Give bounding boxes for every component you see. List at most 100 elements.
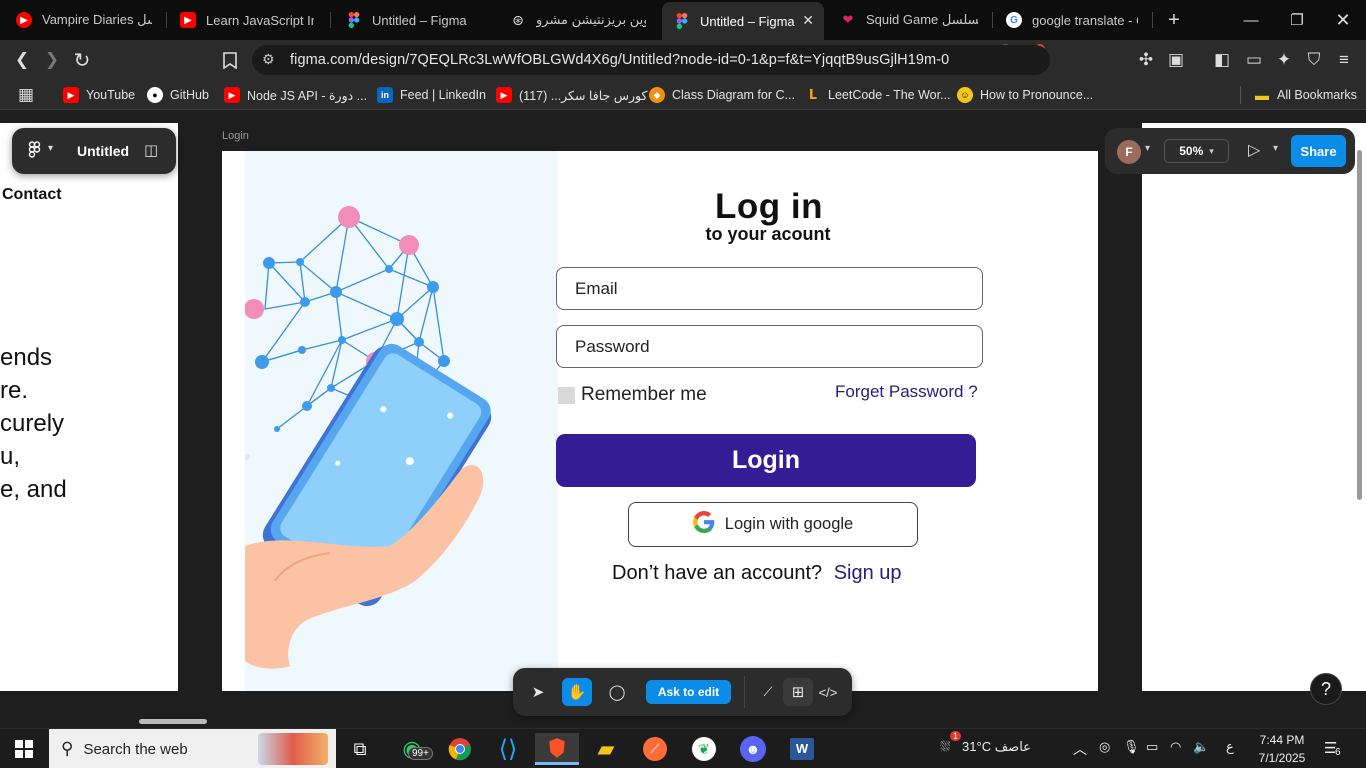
back-icon[interactable]: ❮ bbox=[10, 48, 34, 72]
meet-now-icon[interactable]: ◎ bbox=[1099, 739, 1110, 755]
weather-text: 31°C عاصف bbox=[962, 739, 1031, 754]
whatsapp-icon[interactable]: ◉ 99+ bbox=[390, 733, 434, 765]
browser-tab-2[interactable]: Untitled – Figma bbox=[334, 0, 494, 40]
taskbar-search[interactable]: ⚲ Search the web bbox=[49, 729, 336, 768]
checkbox-box[interactable] bbox=[558, 386, 575, 404]
mongodb-icon[interactable]: ❦ bbox=[682, 733, 726, 765]
browser-tab-0[interactable]: ▶ Vampire Diaries مسلسل bbox=[4, 0, 164, 40]
figma-canvas[interactable]: Contact ends re. curely u, e, and Login bbox=[0, 111, 1366, 691]
sidebar-icon[interactable]: ◧ bbox=[1210, 48, 1234, 72]
move-tool-icon[interactable]: ➤ bbox=[523, 678, 553, 706]
browser-tab-1[interactable]: ▶ Learn JavaScript In Ar bbox=[168, 0, 326, 40]
bookmark-linkedin[interactable]: in Feed | LinkedIn bbox=[377, 86, 486, 104]
browser-tab-3[interactable]: ⊛ عناوين بريزنتيشن مشرو bbox=[498, 0, 658, 40]
word-icon[interactable]: W bbox=[780, 733, 824, 765]
file-name[interactable]: Untitled bbox=[77, 143, 129, 159]
chevron-up-icon[interactable]: ︿ bbox=[1073, 739, 1087, 759]
reload-icon[interactable]: ↻ bbox=[70, 48, 94, 72]
vpn-icon[interactable]: ⛉ bbox=[1302, 48, 1326, 72]
figma-bottom-toolbar: ➤ ✋ ◯ Ask to edit ⟋ ⊞ </> bbox=[513, 668, 852, 716]
tab-title: Untitled – Figma bbox=[700, 13, 795, 29]
discord-icon[interactable]: ☻ bbox=[731, 733, 775, 765]
forward-icon[interactable]: ❯ bbox=[40, 48, 64, 72]
menu-icon[interactable]: ≡ bbox=[1332, 48, 1356, 72]
forgot-password-link[interactable]: Forget Password ? bbox=[835, 382, 978, 402]
reader-icon[interactable]: ▣ bbox=[1164, 48, 1188, 72]
weather-widget[interactable]: ⛆ 1 31°C عاصف bbox=[940, 731, 1031, 755]
figma-menu-icon[interactable] bbox=[28, 141, 41, 164]
clock[interactable]: 7:44 PM 7/1/2025 bbox=[1252, 731, 1312, 767]
bookmark-nodejs[interactable]: ▶ Node JS API - دورة ... bbox=[224, 86, 367, 104]
hand-tool-icon[interactable]: ✋ bbox=[562, 678, 592, 706]
restore-button[interactable]: ❐ bbox=[1274, 0, 1320, 40]
extensions-icon[interactable]: ✣ bbox=[1134, 48, 1158, 72]
vertical-scrollbar[interactable] bbox=[1357, 150, 1362, 500]
postman-icon[interactable]: ⟋ bbox=[633, 733, 677, 765]
bookmark-class-diagram[interactable]: ◆ Class Diagram for C... bbox=[649, 86, 795, 104]
browser-tab-6[interactable]: G google translate - Goo bbox=[994, 0, 1150, 40]
file-explorer-icon[interactable]: ▰ bbox=[584, 733, 628, 765]
address-bar[interactable]: ⚙ figma.com/design/7QEQLRc3LwWfOBLGWd4X6… bbox=[252, 45, 1050, 75]
help-button[interactable]: ? bbox=[1310, 673, 1342, 705]
figma-file-panel: ▾ Untitled ◫ bbox=[12, 128, 176, 174]
remember-me-checkbox[interactable]: Remember me bbox=[558, 384, 707, 406]
language-indicator[interactable]: ع bbox=[1226, 739, 1234, 755]
window-close-button[interactable]: ✕ bbox=[1320, 0, 1366, 40]
chrome-icon[interactable] bbox=[438, 733, 482, 765]
zoom-dropdown[interactable]: 50% ▾ bbox=[1164, 139, 1229, 163]
browser-tab-5[interactable]: ❤ Squid Game مسلسل bbox=[828, 0, 990, 40]
bookmark-icon[interactable] bbox=[218, 48, 242, 72]
close-icon[interactable]: ✕ bbox=[802, 12, 814, 29]
share-button[interactable]: Share bbox=[1291, 135, 1346, 167]
task-view-icon[interactable]: ⧉ bbox=[338, 733, 382, 765]
google-button-label: Login with google bbox=[724, 515, 854, 533]
search-placeholder: Search the web bbox=[83, 740, 188, 758]
frame-label[interactable]: Login bbox=[222, 130, 249, 142]
avatar[interactable]: F bbox=[1117, 140, 1141, 164]
brave-icon[interactable] bbox=[535, 733, 579, 765]
dev-mode-icon[interactable]: </> bbox=[813, 678, 843, 706]
new-tab-button[interactable]: + bbox=[1160, 6, 1188, 34]
clock-time: 7:44 PM bbox=[1259, 733, 1305, 747]
bookmark-github[interactable]: ● GitHub bbox=[147, 86, 209, 104]
login-frame[interactable]: Log in to your acount Remember me Forget… bbox=[222, 151, 1098, 691]
leo-ai-icon[interactable]: ✦ bbox=[1272, 48, 1296, 72]
ask-to-edit-button[interactable]: Ask to edit bbox=[646, 680, 731, 704]
bookmark-youtube[interactable]: ▶ YouTube bbox=[63, 86, 135, 104]
windows-start-icon[interactable] bbox=[2, 733, 46, 765]
panel-toggle-icon[interactable]: ◫ bbox=[144, 141, 158, 159]
vscode-icon[interactable]: ⟨⟩ bbox=[486, 733, 530, 765]
password-field[interactable] bbox=[556, 325, 983, 368]
microphone-icon[interactable]: 🎙 bbox=[1123, 739, 1140, 755]
site-info-icon[interactable]: ⚙ bbox=[262, 51, 275, 68]
google-login-button[interactable]: Login with google bbox=[628, 502, 918, 547]
apps-grid-icon[interactable]: ▦ bbox=[14, 83, 38, 107]
bookmark-js-course[interactable]: ▶ كورس جافا سكر... (117) bbox=[496, 86, 647, 104]
chevron-down-icon[interactable]: ▾ bbox=[1145, 143, 1150, 154]
bookmark-label: LeetCode - The Wor... bbox=[828, 88, 951, 102]
battery-icon[interactable]: ▭ bbox=[1146, 739, 1158, 755]
wifi-icon[interactable]: ◠ bbox=[1170, 739, 1181, 755]
design-mode-icon[interactable]: ⊞ bbox=[783, 678, 813, 706]
email-field[interactable] bbox=[556, 267, 983, 310]
login-button[interactable]: Login bbox=[556, 434, 976, 487]
volume-icon[interactable]: 🔈 bbox=[1193, 739, 1209, 755]
browser-tab-4-active[interactable]: Untitled – Figma ✕ bbox=[662, 2, 824, 40]
sign-up-link[interactable]: Sign up bbox=[834, 562, 902, 584]
bookmark-leetcode[interactable]: ᒪ LeetCode - The Wor... bbox=[805, 86, 951, 104]
horizontal-scrollbar[interactable] bbox=[139, 719, 207, 724]
wallet-icon[interactable]: ▭ bbox=[1242, 48, 1266, 72]
notification-count: 6 bbox=[1335, 747, 1341, 758]
present-play-icon[interactable]: ▷ bbox=[1248, 140, 1260, 160]
bookmark-pronounce[interactable]: ☺ How to Pronounce... bbox=[957, 86, 1093, 104]
all-bookmarks[interactable]: ▬ All Bookmarks bbox=[1254, 86, 1357, 104]
comment-icon[interactable]: ◯ bbox=[602, 678, 632, 706]
chevron-down-icon[interactable]: ▾ bbox=[1273, 143, 1278, 154]
windows-taskbar: ⚲ Search the web ⧉ ◉ 99+ ⟨⟩ ▰ ⟋ ❦ ☻ W ⛆1… bbox=[0, 728, 1366, 768]
folder-icon: ▬ bbox=[1255, 87, 1269, 103]
minimize-button[interactable]: — bbox=[1228, 0, 1274, 40]
notification-icon[interactable]: ☰ 6 bbox=[1324, 739, 1341, 758]
draw-mode-icon[interactable]: ⟋ bbox=[753, 678, 783, 706]
heart-icon: ❤ bbox=[842, 12, 854, 27]
chevron-down-icon[interactable]: ▾ bbox=[48, 143, 53, 154]
